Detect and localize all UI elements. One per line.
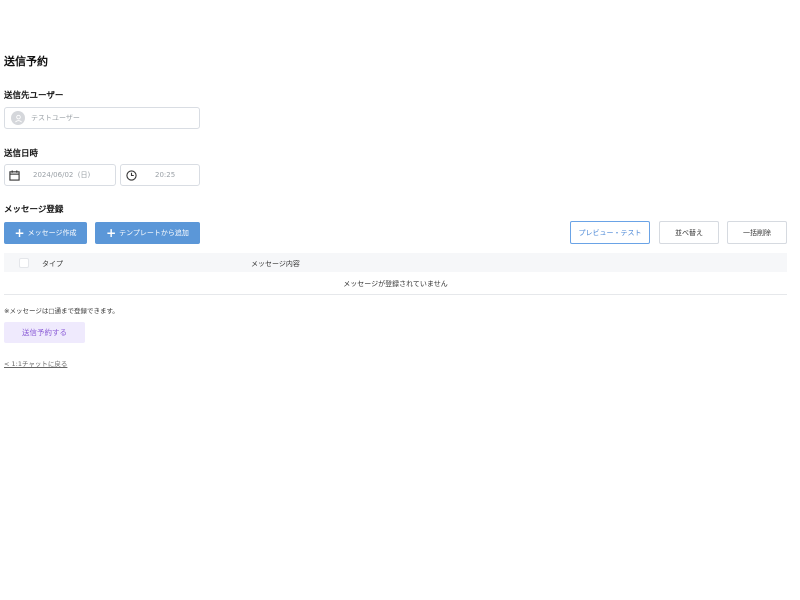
time-input[interactable]: 20:25 xyxy=(120,164,200,186)
user-avatar-icon xyxy=(11,111,25,125)
back-to-chat-link[interactable]: < 1:1チャットに戻る xyxy=(4,358,67,368)
datetime-label: 送信日時 xyxy=(4,149,39,159)
recipient-value: テストユーザー xyxy=(31,114,80,122)
add-from-template-button[interactable]: + テンプレートから追加 xyxy=(95,222,200,244)
time-value: 20:25 xyxy=(155,171,176,179)
sort-button[interactable]: 並べ替え xyxy=(659,221,719,244)
message-limit-note: ※メッセージは□通まで登録できます。 xyxy=(4,307,119,315)
calendar-icon xyxy=(9,169,20,181)
preview-test-button[interactable]: プレビュー・テスト xyxy=(570,221,650,244)
add-from-template-label: テンプレートから追加 xyxy=(119,229,189,237)
date-value: 2024/06/02 (日) xyxy=(33,171,91,179)
messages-label: メッセージ登録 xyxy=(4,205,64,215)
message-table-header: タイプ メッセージ内容 xyxy=(4,253,787,272)
recipient-label: 送信先ユーザー xyxy=(4,91,64,101)
create-message-button[interactable]: + メッセージ作成 xyxy=(4,222,87,244)
date-input[interactable]: 2024/06/02 (日) xyxy=(4,164,116,186)
recipient-field[interactable]: テストユーザー xyxy=(4,107,200,129)
bulk-delete-button[interactable]: 一括削除 xyxy=(727,221,787,244)
column-content: メッセージ内容 xyxy=(251,260,300,268)
page-title: 送信予約 xyxy=(4,55,48,68)
select-all-checkbox[interactable] xyxy=(19,258,29,268)
empty-table-row: メッセージが登録されていません xyxy=(4,274,787,295)
schedule-send-button[interactable]: 送信予約する xyxy=(4,322,85,343)
plus-icon: + xyxy=(14,226,25,240)
column-type: タイプ xyxy=(42,260,63,268)
create-message-label: メッセージ作成 xyxy=(27,229,77,237)
clock-icon xyxy=(126,169,137,181)
plus-icon: + xyxy=(106,226,117,240)
